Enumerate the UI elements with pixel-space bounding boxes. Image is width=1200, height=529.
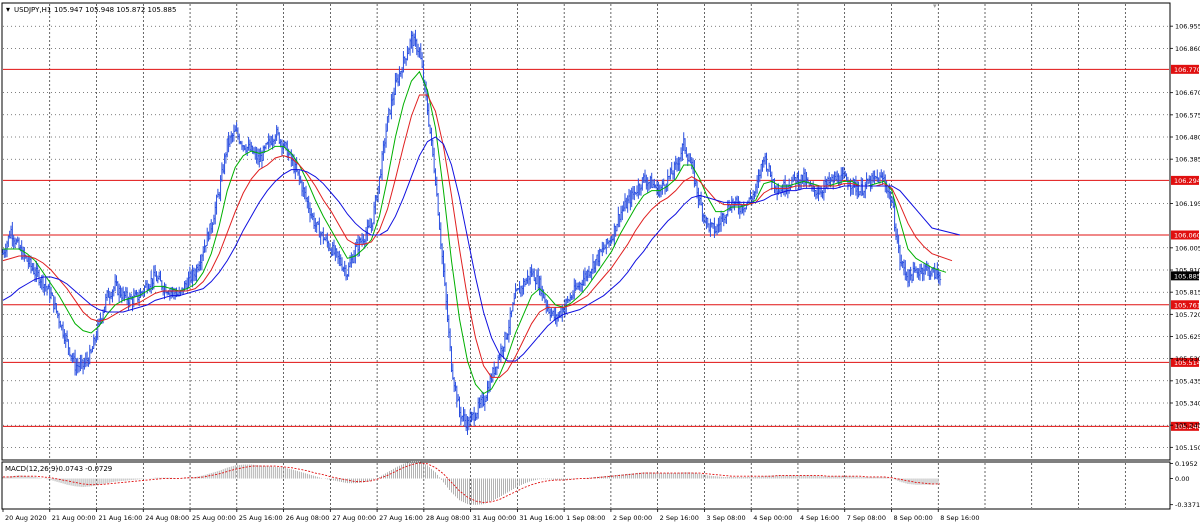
ohlc-readout: 105.947 105.948 105.872 105.885 xyxy=(54,6,176,14)
price-label: 106.480 xyxy=(1175,134,1200,142)
price-label: 105.720 xyxy=(1175,311,1200,319)
price-label: 106.385 xyxy=(1175,156,1200,164)
price-label: 105.340 xyxy=(1175,400,1200,408)
time-label: 21 Aug 00:00 xyxy=(52,514,96,522)
time-label: 4 Sep 16:00 xyxy=(800,514,839,522)
price-label: 106.575 xyxy=(1175,111,1200,119)
price-label: 105.435 xyxy=(1175,377,1200,385)
time-label: 8 Sep 00:00 xyxy=(893,514,932,522)
price-label: 106.860 xyxy=(1175,45,1200,53)
time-label: 28 Aug 08:00 xyxy=(426,514,470,522)
symbol-label: USDJPY,H1 xyxy=(14,6,51,14)
time-label: 2 Sep 16:00 xyxy=(660,514,699,522)
time-label: 8 Sep 16:00 xyxy=(940,514,979,522)
shift-marker-icon[interactable]: ▾ xyxy=(933,2,937,10)
level-price-label: 105.761 xyxy=(1174,301,1200,309)
price-label: 105.815 xyxy=(1175,289,1200,297)
dropdown-arrow-icon[interactable]: ▾ xyxy=(6,5,10,14)
time-axis: 20 Aug 2020 21 Aug 00:00 21 Aug 16:00 24 Au… xyxy=(2,509,980,522)
macd-pane[interactable] xyxy=(1,461,1171,510)
level-price-label: 106.294 xyxy=(1174,177,1200,185)
time-label: 27 Aug 00:00 xyxy=(332,514,376,522)
macd-axis-label: 0.00 xyxy=(1175,475,1189,483)
price-label: 105.150 xyxy=(1175,444,1200,452)
chart-window: 106.770 106.294 106.060 105.761 105.514 105.2… xyxy=(0,0,1200,525)
time-label: 24 Aug 08:00 xyxy=(145,514,189,522)
macd-values: -0.0743 -0.0729 xyxy=(56,465,112,473)
time-label: 25 Aug 00:00 xyxy=(192,514,236,522)
price-label: 106.955 xyxy=(1175,23,1200,31)
price-label: 106.670 xyxy=(1175,89,1200,97)
time-label: 2 Sep 00:00 xyxy=(613,514,652,522)
macd-axis-label: -0.3371 xyxy=(1175,501,1200,509)
level-price-label: 106.060 xyxy=(1174,232,1200,240)
time-label: 7 Sep 08:00 xyxy=(847,514,886,522)
current-price-label: 105.885 xyxy=(1174,272,1200,280)
price-label: 106.005 xyxy=(1175,244,1200,252)
macd-title: MACD(12,26,9) xyxy=(5,465,58,473)
time-label: 31 Aug 00:00 xyxy=(473,514,517,522)
price-label: 105.625 xyxy=(1175,333,1200,341)
price-label: 105.245 xyxy=(1175,422,1200,430)
time-label: 21 Aug 16:00 xyxy=(99,514,143,522)
time-label: 4 Sep 00:00 xyxy=(753,514,792,522)
time-label: 25 Aug 16:00 xyxy=(239,514,283,522)
time-label: 27 Aug 16:00 xyxy=(379,514,423,522)
time-label: 26 Aug 08:00 xyxy=(286,514,330,522)
level-price-label: 106.770 xyxy=(1174,66,1200,74)
time-label: 20 Aug 2020 xyxy=(5,514,47,522)
time-label: 1 Sep 08:00 xyxy=(566,514,605,522)
price-label: 105.530 xyxy=(1175,355,1200,363)
chart-canvas[interactable]: 106.770106.294106.060105.761105.514105.2… xyxy=(0,0,1200,525)
price-label: 106.195 xyxy=(1175,200,1200,208)
price-axis: 106.955 106.860 106.670 106.575 106.480 106.3… xyxy=(1170,23,1200,509)
time-label: 31 Aug 16:00 xyxy=(519,514,563,522)
macd-axis-label: 0.1952 xyxy=(1175,460,1198,468)
main-pane[interactable] xyxy=(1,2,1171,461)
time-label: 3 Sep 08:00 xyxy=(706,514,745,522)
